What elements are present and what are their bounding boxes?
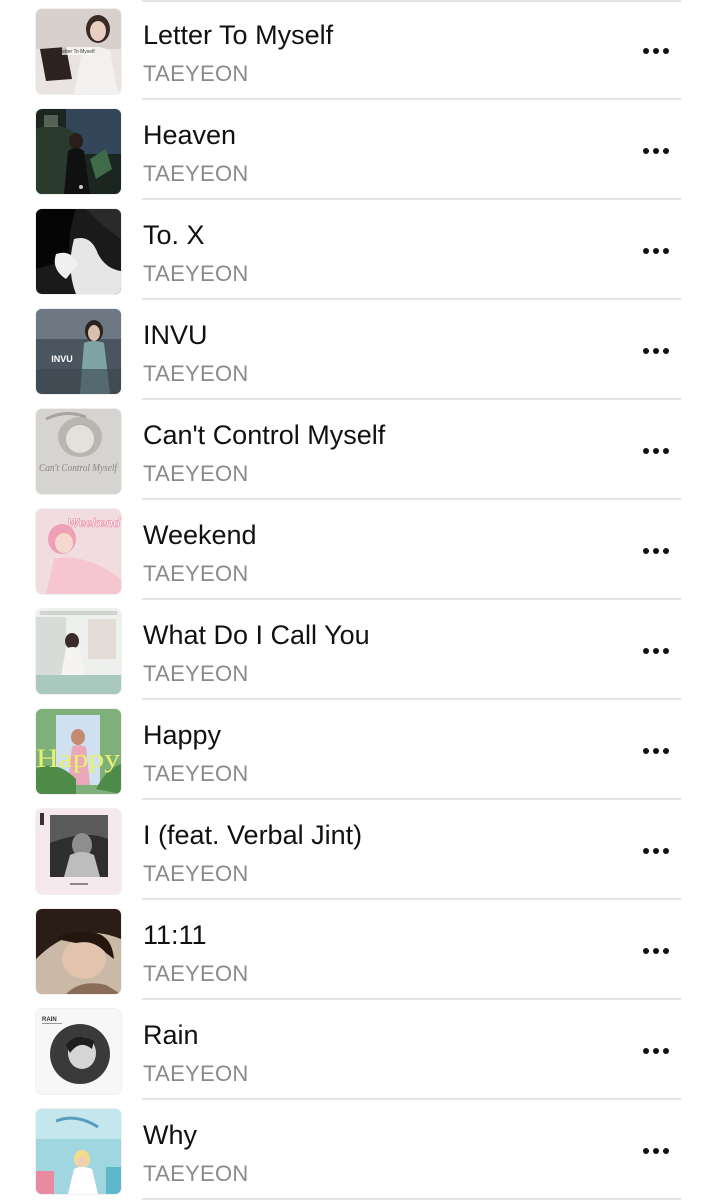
ellipsis-icon[interactable] — [640, 940, 672, 962]
song-row[interactable]: Weekend Weekend TAEYEON — [0, 500, 717, 600]
svg-text:RAIN: RAIN — [42, 1017, 57, 1023]
ellipsis-icon[interactable] — [640, 140, 672, 162]
ellipsis-icon[interactable] — [640, 340, 672, 362]
song-title: 11:11 — [143, 920, 207, 950]
svg-text:Letter To Myself: Letter To Myself — [59, 49, 95, 55]
album-art-i-icon — [36, 809, 121, 894]
song-row[interactable]: To. X TAEYEON — [0, 200, 717, 300]
album-art-weekend-icon: Weekend — [36, 509, 121, 594]
song-artist: TAEYEON — [143, 461, 249, 486]
ellipsis-icon[interactable] — [640, 40, 672, 62]
song-row[interactable]: Can't Control Myself Can't Control Mysel… — [0, 400, 717, 500]
song-title: Why — [143, 1120, 197, 1150]
song-title: What Do I Call You — [143, 620, 370, 650]
song-title: Weekend — [143, 520, 257, 550]
svg-text:Can't Control Myself: Can't Control Myself — [39, 462, 119, 474]
song-row[interactable]: I (feat. Verbal Jint) TAEYEON — [0, 800, 717, 900]
song-title: Letter To Myself — [143, 20, 334, 50]
song-title: I (feat. Verbal Jint) — [143, 820, 363, 850]
album-art-letter-to-myself-icon: Letter To Myself — [36, 9, 121, 94]
song-artist: TAEYEON — [143, 1061, 249, 1086]
ellipsis-icon[interactable] — [640, 240, 672, 262]
song-row[interactable]: Why TAEYEON — [0, 1100, 717, 1200]
svg-text:Happy: Happy — [36, 744, 120, 773]
song-title: Happy — [143, 720, 222, 750]
song-title: INVU — [143, 320, 208, 350]
song-artist: TAEYEON — [143, 161, 249, 186]
song-title: Rain — [143, 1020, 199, 1050]
svg-text:Weekend: Weekend — [68, 516, 121, 530]
song-artist: TAEYEON — [143, 61, 249, 86]
song-title: Heaven — [143, 120, 237, 150]
song-row[interactable]: What Do I Call You TAEYEON — [0, 600, 717, 700]
song-artist: TAEYEON — [143, 661, 249, 686]
song-artist: TAEYEON — [143, 761, 249, 786]
album-art-cant-control-myself-icon: Can't Control Myself — [36, 409, 121, 494]
album-art-invu-icon: INVU — [36, 309, 121, 394]
svg-text:INVU: INVU — [51, 354, 73, 364]
album-art-11-11-icon — [36, 909, 121, 994]
song-artist: TAEYEON — [143, 561, 249, 586]
album-art-happy-icon: Happy — [36, 709, 121, 794]
ellipsis-icon[interactable] — [640, 740, 672, 762]
song-artist: TAEYEON — [143, 361, 249, 386]
album-art-what-do-i-call-you-icon — [36, 609, 121, 694]
ellipsis-icon[interactable] — [640, 840, 672, 862]
ellipsis-icon[interactable] — [640, 1140, 672, 1162]
song-row[interactable]: Happy Happy TAEYEON — [0, 700, 717, 800]
ellipsis-icon[interactable] — [640, 440, 672, 462]
ellipsis-icon[interactable] — [640, 540, 672, 562]
song-title: Can't Control Myself — [143, 420, 386, 450]
song-artist: TAEYEON — [143, 1161, 249, 1186]
song-artist: TAEYEON — [143, 861, 249, 886]
album-art-why-icon — [36, 1109, 121, 1194]
album-art-rain-icon: RAIN — [36, 1009, 121, 1094]
song-row[interactable]: Letter To Myself Letter To Myself TAEYEO… — [0, 0, 717, 100]
song-artist: TAEYEON — [143, 961, 249, 986]
song-title: To. X — [143, 220, 205, 250]
song-row[interactable]: Heaven TAEYEON — [0, 100, 717, 200]
ellipsis-icon[interactable] — [640, 1040, 672, 1062]
album-art-heaven-icon — [36, 109, 121, 194]
song-row[interactable]: RAIN Rain TAEYEON — [0, 1000, 717, 1100]
song-row[interactable]: 11:11 TAEYEON — [0, 900, 717, 1000]
song-row[interactable]: INVU INVU TAEYEON — [0, 300, 717, 400]
song-artist: TAEYEON — [143, 261, 249, 286]
ellipsis-icon[interactable] — [640, 640, 672, 662]
album-art-to-x-icon — [36, 209, 121, 294]
